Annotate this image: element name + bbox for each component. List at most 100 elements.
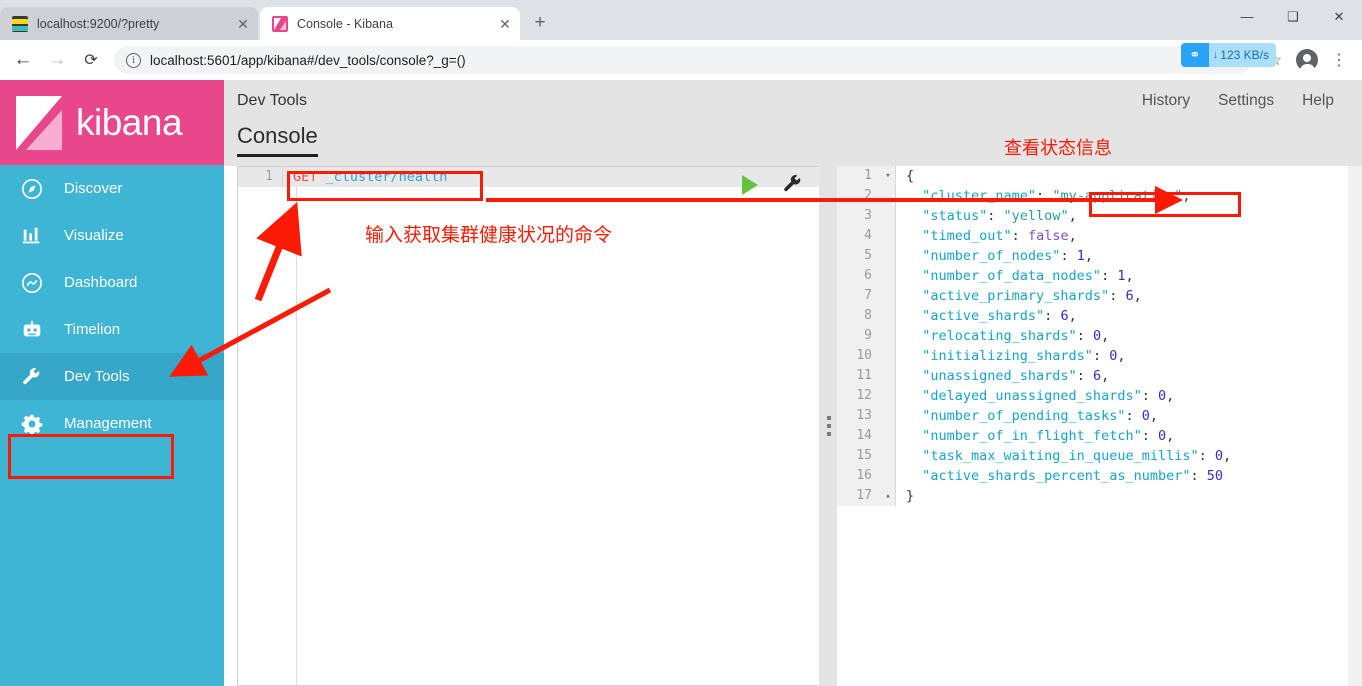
run-request-icon[interactable] xyxy=(742,175,758,195)
response-line: 17 ▴} xyxy=(837,486,1362,506)
request-options-icon[interactable] xyxy=(780,171,806,197)
fold-toggle-icon xyxy=(881,386,895,406)
request-editor[interactable]: 1 GET _cluster/health xyxy=(237,166,833,686)
sidebar-item-visualize[interactable]: Visualize xyxy=(0,212,224,259)
response-line-content: "active_shards": 6, xyxy=(895,306,1362,326)
response-line-content: "relocating_shards": 0, xyxy=(895,326,1362,346)
response-line-number: 15 xyxy=(837,446,881,466)
close-icon[interactable]: ✕ xyxy=(494,13,516,35)
page-title: Dev Tools xyxy=(237,92,307,109)
fold-toggle-icon xyxy=(881,246,895,266)
kibana-content: Dev Tools History Settings Help Console … xyxy=(224,80,1362,686)
response-line-number: 3 xyxy=(837,206,881,226)
fold-toggle-icon xyxy=(881,286,895,306)
address-bar[interactable]: i localhost:5601/app/kibana#/dev_tools/c… xyxy=(114,46,1252,74)
kibana-logo: kibana xyxy=(0,80,224,165)
site-info-icon[interactable]: i xyxy=(126,52,141,68)
response-line-number: 13 xyxy=(837,406,881,426)
console-panels: 1 GET _cluster/health 1 ▾{2 "cluster_name… xyxy=(224,166,1362,686)
profile-icon[interactable] xyxy=(1292,45,1322,75)
sidebar-item-label: Visualize xyxy=(64,227,124,244)
annotation-status-note: 查看状态信息 xyxy=(1004,138,1112,158)
sidebar-item-management[interactable]: Management xyxy=(0,400,224,447)
fold-toggle-icon xyxy=(881,186,895,206)
download-arrow-icon: ↓ xyxy=(1212,49,1219,61)
response-line: 9 "relocating_shards": 0, xyxy=(837,326,1362,346)
response-line-content: "status": "yellow", xyxy=(895,206,1362,226)
editor-indent-guide xyxy=(296,187,297,685)
response-line-content: "task_max_waiting_in_queue_millis": 0, xyxy=(895,446,1362,466)
response-line: 4 "timed_out": false, xyxy=(837,226,1362,246)
response-line-number: 2 xyxy=(837,186,881,206)
download-speed-value: ↓ 123 KB/s xyxy=(1208,43,1276,67)
sidebar-item-label: Management xyxy=(64,415,152,432)
response-line-number: 10 xyxy=(837,346,881,366)
response-line-number: 12 xyxy=(837,386,881,406)
response-line: 2 "cluster_name": "my-application", xyxy=(837,186,1362,206)
header-link-history[interactable]: History xyxy=(1142,92,1190,110)
sidebar-item-label: Dev Tools xyxy=(64,368,130,385)
response-line: 12 "delayed_unassigned_shards": 0, xyxy=(837,386,1362,406)
window-controls: — ❑ ✕ xyxy=(1224,0,1362,33)
response-line-number: 17 xyxy=(837,486,881,506)
browser-tab-1[interactable]: localhost:9200/?pretty ✕ xyxy=(0,7,258,40)
header-link-help[interactable]: Help xyxy=(1302,92,1334,110)
response-line-content: { xyxy=(895,166,1362,186)
tab-console[interactable]: Console xyxy=(237,122,318,157)
sidebar-item-label: Dashboard xyxy=(64,274,138,291)
browser-tab-2[interactable]: Console - Kibana ✕ xyxy=(260,7,520,40)
browser-menu-icon[interactable]: ⋮ xyxy=(1324,45,1354,75)
sidebar-item-dev-tools[interactable]: Dev Tools xyxy=(0,353,224,400)
bar-chart-icon xyxy=(18,225,46,247)
response-line: 3 "status": "yellow", xyxy=(837,206,1362,226)
response-line: 13 "number_of_pending_tasks": 0, xyxy=(837,406,1362,426)
response-line: 14 "number_of_in_flight_fetch": 0, xyxy=(837,426,1362,446)
kibana-app: kibana Discover Visualize Dashboard Time… xyxy=(0,80,1362,686)
fold-toggle-icon xyxy=(881,306,895,326)
response-line-content: "active_shards_percent_as_number": 50 xyxy=(895,466,1362,486)
new-tab-button[interactable]: + xyxy=(526,9,554,37)
forward-icon[interactable]: → xyxy=(42,45,72,75)
response-line-number: 9 xyxy=(837,326,881,346)
fold-toggle-icon xyxy=(881,226,895,246)
response-line-content: "unassigned_shards": 6, xyxy=(895,366,1362,386)
fold-toggle-icon[interactable]: ▾ xyxy=(881,166,895,186)
kibana-logo-icon xyxy=(16,95,62,150)
window-close-icon[interactable]: ✕ xyxy=(1316,0,1362,33)
maximize-icon[interactable]: ❑ xyxy=(1270,0,1316,33)
browser-window: localhost:9200/?pretty ✕ Console - Kiban… xyxy=(0,0,1362,686)
browser-toolbar: ← → ⟳ i localhost:5601/app/kibana#/dev_t… xyxy=(0,40,1362,80)
response-code: 1 ▾{2 "cluster_name": "my-application", 3 … xyxy=(837,166,1362,506)
response-line: 15 "task_max_waiting_in_queue_millis": 0… xyxy=(837,446,1362,466)
fold-toggle-icon[interactable]: ▴ xyxy=(881,486,895,506)
fold-toggle-icon xyxy=(881,466,895,486)
response-line: 1 ▾{ xyxy=(837,166,1362,186)
fold-toggle-icon xyxy=(881,266,895,286)
response-line-number: 4 xyxy=(837,226,881,246)
reload-icon[interactable]: ⟳ xyxy=(76,45,106,75)
response-editor[interactable]: 1 ▾{2 "cluster_name": "my-application", 3 … xyxy=(837,166,1362,686)
close-icon[interactable]: ✕ xyxy=(232,13,254,35)
sidebar-item-timelion[interactable]: Timelion xyxy=(0,306,224,353)
response-line: 7 "active_primary_shards": 6, xyxy=(837,286,1362,306)
response-line-content: } xyxy=(895,486,1362,506)
back-icon[interactable]: ← xyxy=(8,45,38,75)
response-line-content: "number_of_pending_tasks": 0, xyxy=(895,406,1362,426)
header-link-settings[interactable]: Settings xyxy=(1218,92,1274,110)
response-line-content: "initializing_shards": 0, xyxy=(895,346,1362,366)
panel-splitter[interactable] xyxy=(819,166,839,686)
fold-toggle-icon xyxy=(881,426,895,446)
dashboard-icon xyxy=(18,272,46,294)
response-line-content: "delayed_unassigned_shards": 0, xyxy=(895,386,1362,406)
minimize-icon[interactable]: — xyxy=(1224,0,1270,33)
console-tabrow: Console 查看状态信息 xyxy=(224,122,1362,166)
sidebar-item-dashboard[interactable]: Dashboard xyxy=(0,259,224,306)
download-speed-badge[interactable]: ⚭ ↓ 123 KB/s xyxy=(1180,43,1276,67)
response-scrollbar[interactable] xyxy=(1348,166,1362,686)
compass-icon xyxy=(18,178,46,200)
request-method: GET xyxy=(293,169,318,185)
response-line-content: "cluster_name": "my-application", xyxy=(895,186,1362,206)
sidebar-item-discover[interactable]: Discover xyxy=(0,165,224,212)
browser-tabstrip: localhost:9200/?pretty ✕ Console - Kiban… xyxy=(0,0,1362,40)
response-line-number: 16 xyxy=(837,466,881,486)
